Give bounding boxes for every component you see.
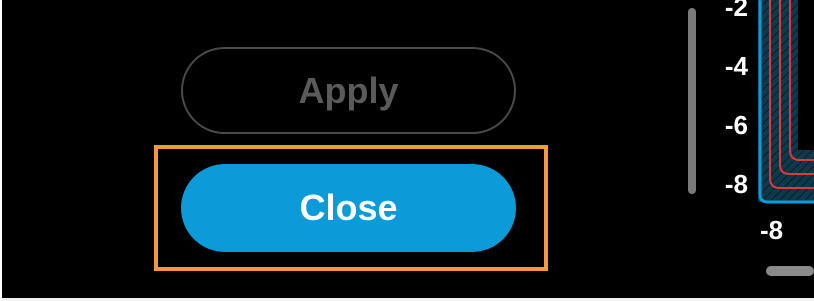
y-tick-label: -4 [724,51,748,81]
contour-plot [758,0,814,204]
y-tick-label: -8 [724,169,748,199]
y-tick-label: -2 [724,0,748,22]
x-tick-label: -8 [760,215,784,245]
vertical-scrollbar[interactable] [688,8,696,194]
contour-core [798,0,814,150]
window-edge [0,0,2,301]
y-tick-label: -6 [724,110,748,140]
close-button[interactable]: Close [181,164,516,252]
apply-button[interactable]: Apply [181,47,516,134]
horizontal-scrollbar[interactable] [766,266,814,276]
